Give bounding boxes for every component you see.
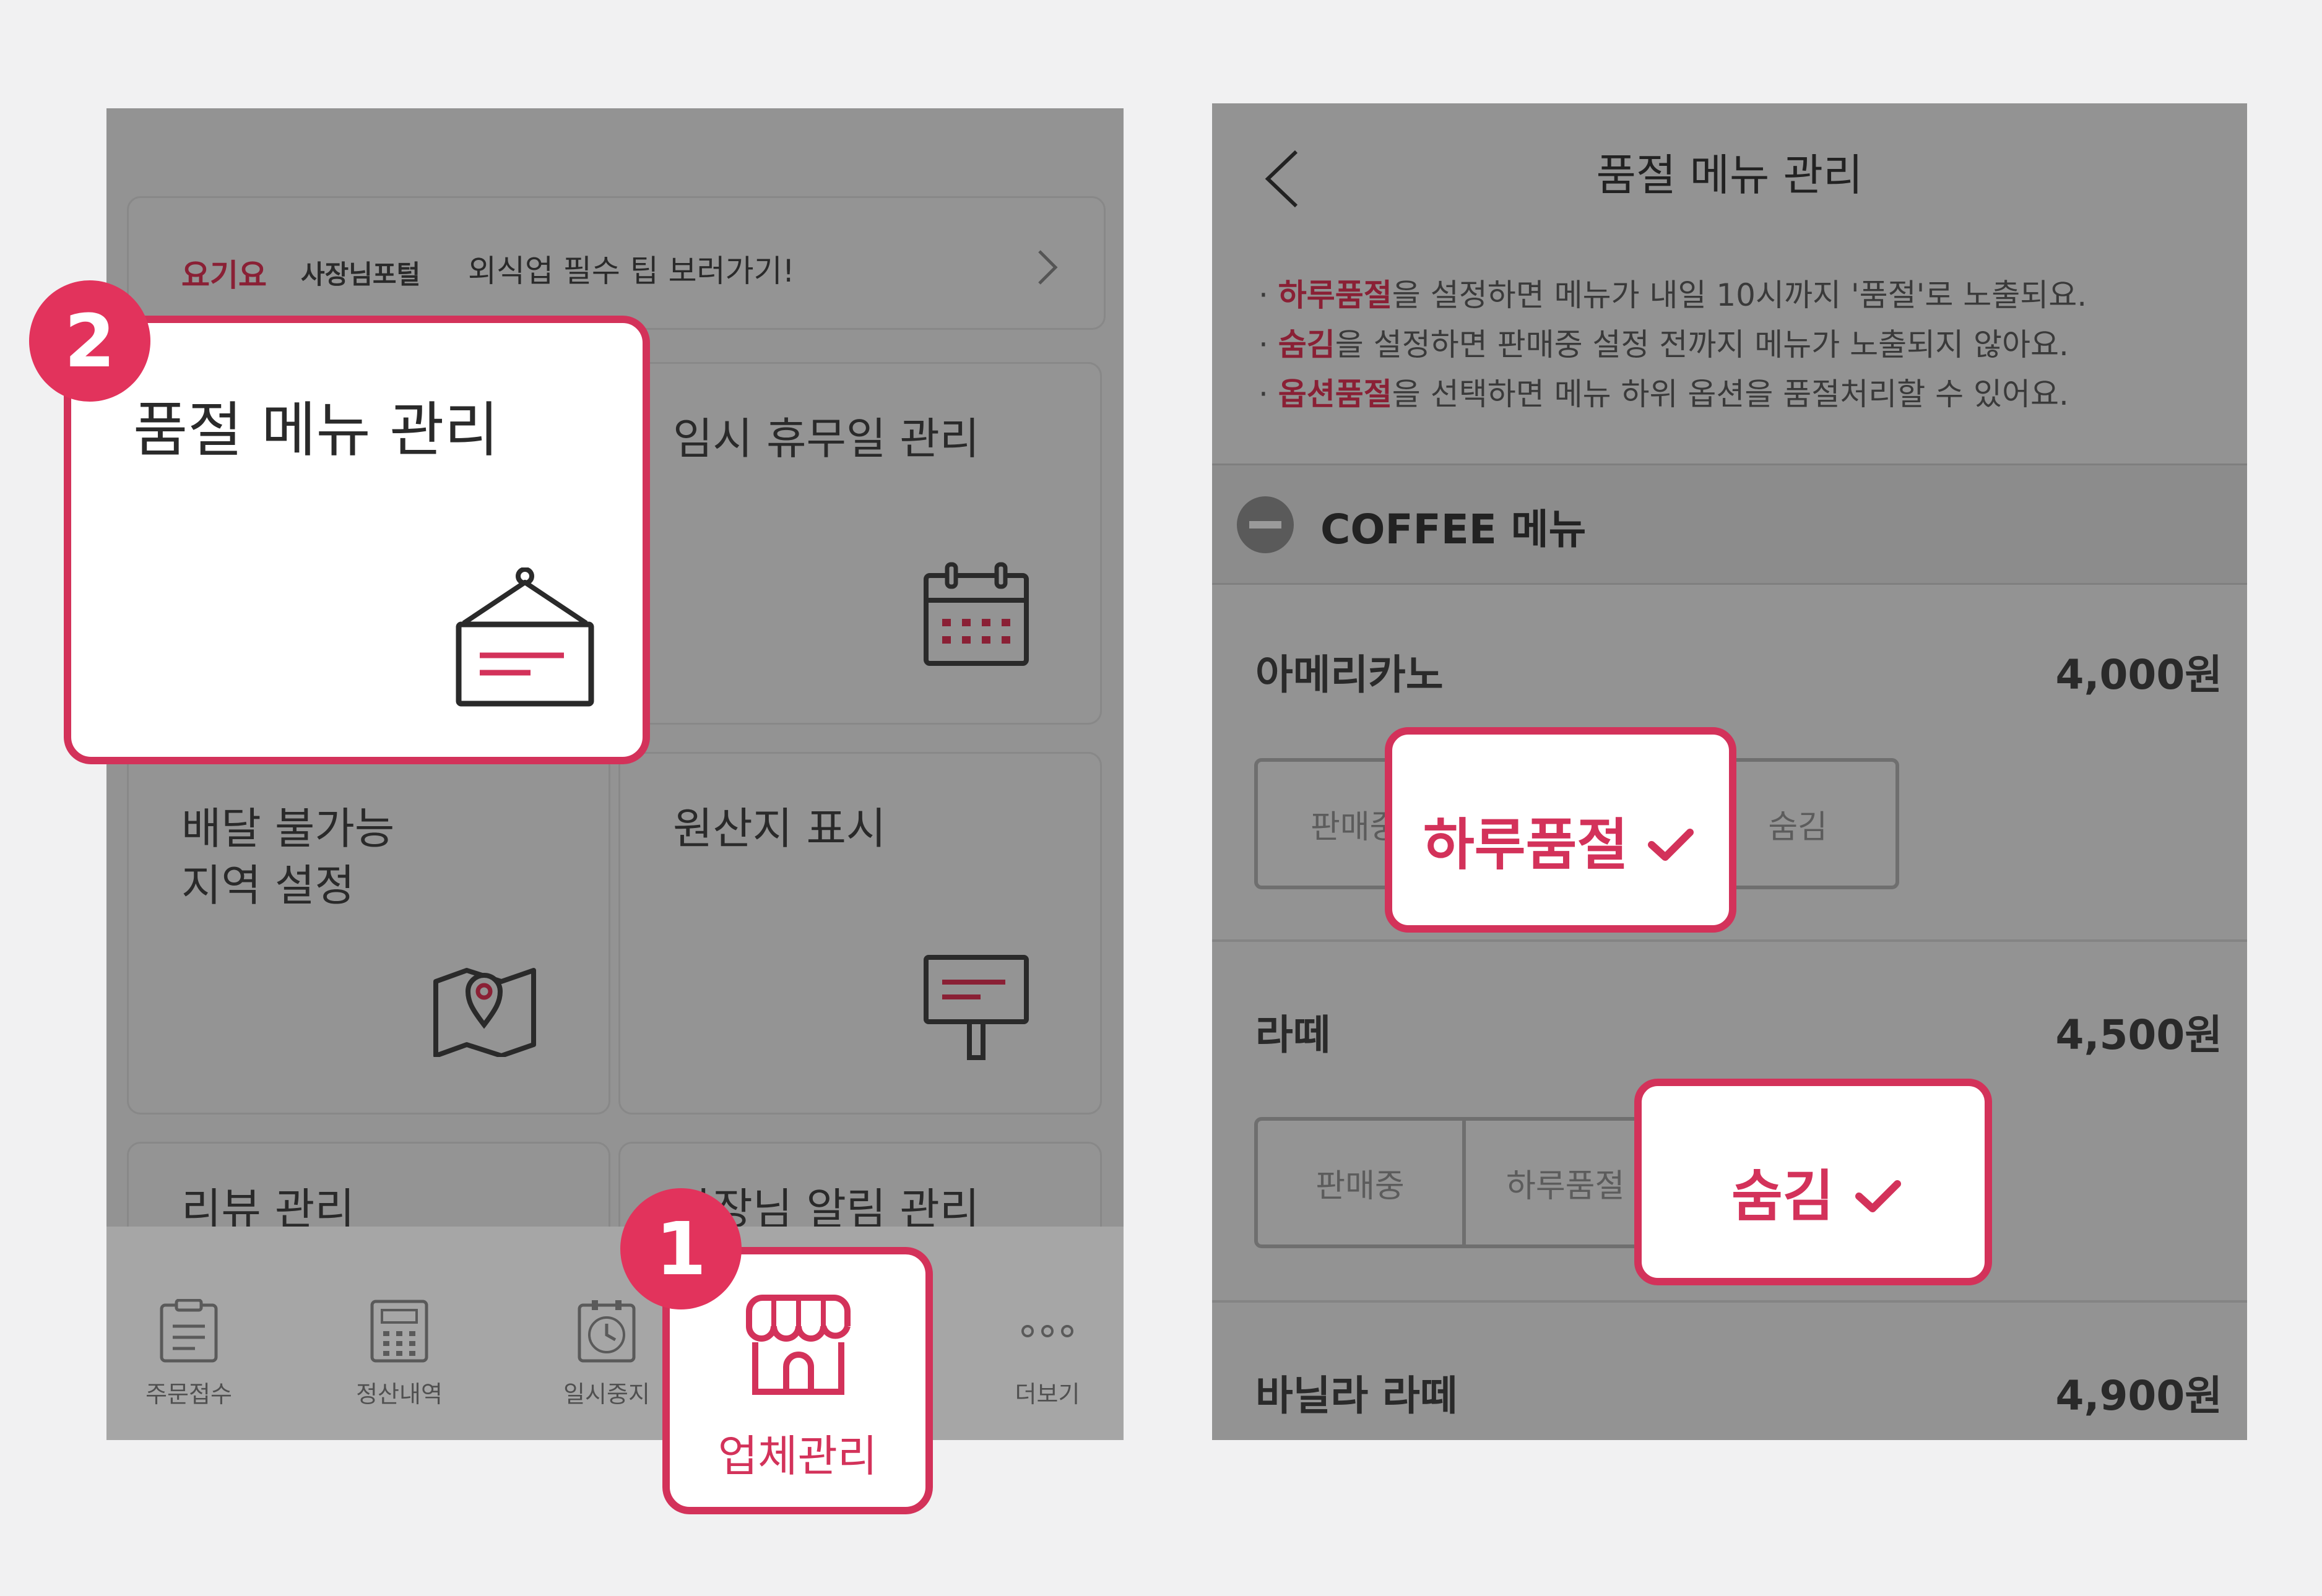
menu-card-delivery-area[interactable]: 배달 불가능 지역 설정 xyxy=(127,752,610,1115)
tab-more[interactable]: 더보기 xyxy=(967,1227,1124,1440)
notice-item: · 하루품절을 설정하면 메뉴가 내일 10시까지 '품절'로 노출되요. xyxy=(1258,277,2087,313)
tab-label: 더보기 xyxy=(1015,1381,1080,1408)
checkmark-icon xyxy=(1855,1180,1901,1212)
notice-item: · 숨김을 설정하면 판매중 설정 전까지 메뉴가 노출되지 않아요. xyxy=(1258,327,2069,363)
calendar-icon xyxy=(924,562,1029,666)
page-title: 품절 메뉴 관리 xyxy=(1596,150,1863,201)
map-pin-icon xyxy=(433,968,536,1057)
card-title: 원산지 표시 xyxy=(673,803,886,854)
menu-card-temp-holiday[interactable]: 임시 휴무일 관리 xyxy=(618,362,1102,725)
store-icon xyxy=(746,1295,851,1395)
clock-icon xyxy=(578,1300,636,1363)
tab-label: 주문접수 xyxy=(145,1381,232,1408)
highlight-hidden[interactable]: 숨김 xyxy=(1634,1079,1992,1285)
tab-order-receipt[interactable]: 주문접수 xyxy=(108,1227,269,1440)
sign-board-icon xyxy=(456,567,594,707)
status-selling[interactable]: 판매중 xyxy=(1258,1121,1466,1244)
tab-settlement[interactable]: 정산내역 xyxy=(319,1227,480,1440)
menu-item-price: 4,000원 xyxy=(2055,651,2222,699)
tips-banner[interactable]: 요기요 사장님포털 외식업 필수 팁 보러가기! xyxy=(127,196,1106,330)
brand-logo-red: 요기요 xyxy=(181,257,267,293)
selected-status-label: 하루품절 xyxy=(1423,813,1629,878)
clipboard-icon xyxy=(160,1299,218,1363)
banner-text: 외식업 필수 팁 보러가기! xyxy=(468,253,795,289)
selected-status-label: 숨김 xyxy=(1731,1164,1834,1229)
tab-label: 정산내역 xyxy=(356,1381,443,1408)
card-title: 배달 불가능 지역 설정 xyxy=(181,803,395,911)
bottom-tab-bar: 주문접수 정산내역 일시중지 더보기 xyxy=(106,1227,1124,1440)
menu-item-name: 바닐라 라떼 xyxy=(1255,1372,1458,1420)
chevron-right-icon xyxy=(1038,250,1058,285)
category-header[interactable]: COFFEE 메뉴 xyxy=(1212,464,2247,585)
menu-item-price: 4,900원 xyxy=(2055,1372,2222,1420)
checkmark-icon xyxy=(1648,829,1694,861)
signpost-icon xyxy=(924,955,1029,1060)
highlight-sold-out-menu-card[interactable]: 품절 메뉴 관리 xyxy=(64,316,650,764)
menu-item-price: 4,500원 xyxy=(2055,1011,2222,1059)
notice-item: · 옵션품절을 선택하면 메뉴 하위 옵션을 품절처리할 수 있어요. xyxy=(1258,376,2069,412)
calculator-icon xyxy=(370,1300,428,1363)
card-title: 임시 휴무일 관리 xyxy=(673,413,980,464)
divider xyxy=(1212,1300,2247,1303)
brand-logo-text: 사장님포털 xyxy=(301,259,421,290)
category-label: COFFEE 메뉴 xyxy=(1320,506,1587,553)
step-badge-1: 1 xyxy=(620,1188,742,1309)
notice-list: · 하루품절을 설정하면 메뉴가 내일 10시까지 '품절'로 노출되요. · … xyxy=(1258,270,2087,419)
menu-item-name: 라떼 xyxy=(1255,1011,1331,1059)
collapse-minus-icon[interactable] xyxy=(1236,495,1295,554)
highlight-sold-out-today[interactable]: 하루품절 xyxy=(1385,727,1736,933)
step-badge-2: 2 xyxy=(29,280,150,402)
tab-label: 업체관리 xyxy=(717,1431,878,1482)
menu-card-origin[interactable]: 원산지 표시 xyxy=(618,752,1102,1115)
more-icon xyxy=(1021,1325,1073,1337)
divider xyxy=(1212,939,2247,942)
menu-item-name: 아메리카노 xyxy=(1255,651,1444,699)
store-management-screen: 요기요 사장님포털 외식업 필수 팁 보러가기! 임시 휴무일 관리 배달 불가… xyxy=(106,108,1124,1440)
card-title: 품절 메뉴 관리 xyxy=(133,395,499,465)
